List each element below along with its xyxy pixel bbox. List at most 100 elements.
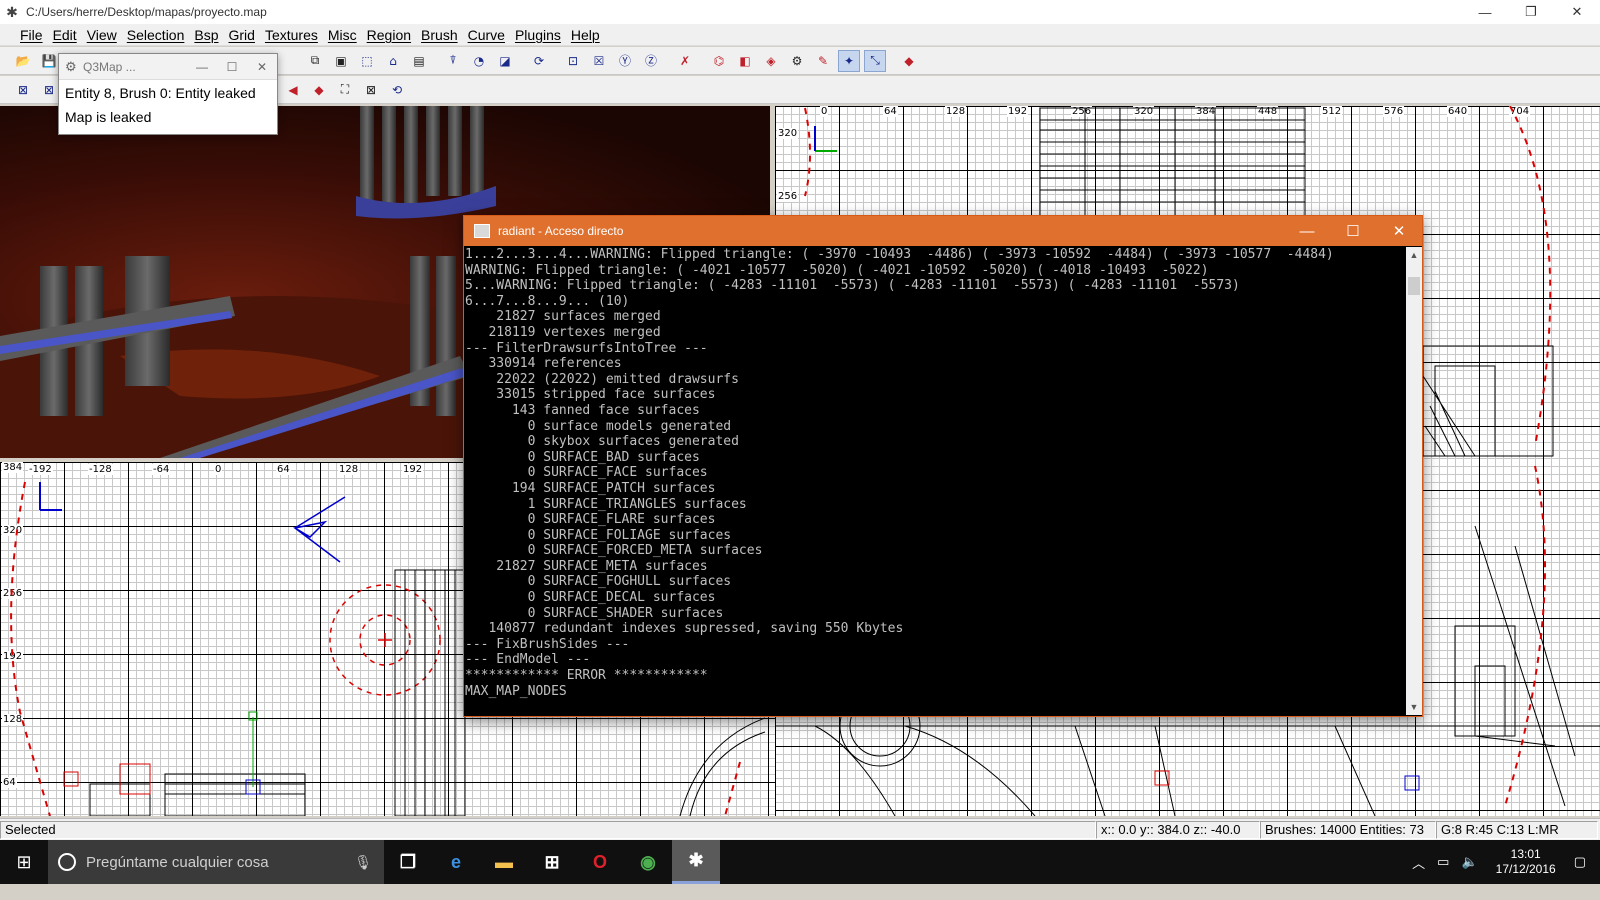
refresh-icon[interactable]: ⟳ <box>528 50 550 72</box>
radiant-taskbar-icon[interactable]: ✱ <box>672 840 720 884</box>
select-icon[interactable]: ▤ <box>408 50 430 72</box>
reload-icon[interactable]: ⟲ <box>386 79 408 101</box>
console-close-button[interactable]: ✕ <box>1376 222 1422 240</box>
entity-tool-icon[interactable]: ⚙ <box>786 50 808 72</box>
light-icon[interactable]: ✎ <box>812 50 834 72</box>
task-view-icon[interactable]: ❐ <box>384 840 432 884</box>
hide-icon[interactable]: ⊠ <box>38 79 60 101</box>
plugin-icon[interactable]: ◆ <box>898 50 920 72</box>
curve-icon[interactable]: ◈ <box>760 50 782 72</box>
camera-icon[interactable]: ⛶ <box>334 79 356 101</box>
menu-textures[interactable]: Textures <box>265 27 318 43</box>
tray-chevron-icon[interactable]: ︿ <box>1412 853 1425 872</box>
status-coords: x:: 0.0 y:: 384.0 z:: -40.0 <box>1096 820 1260 839</box>
console-output[interactable]: 1...2...3...4...WARNING: Flipped triangl… <box>465 247 1406 715</box>
console-line: --- EndModel --- <box>465 652 591 668</box>
microphone-icon[interactable]: 🎙 <box>354 854 372 871</box>
filter-icon[interactable]: ⊠ <box>360 79 382 101</box>
menu-grid[interactable]: Grid <box>229 27 255 43</box>
menu-file[interactable]: File <box>20 27 43 43</box>
console-line: 5...WARNING: Flipped triangle: ( -4283 -… <box>465 278 1240 294</box>
q3map-close-button[interactable]: ✕ <box>247 60 277 74</box>
menu-bar: File Edit View Selection Bsp Grid Textur… <box>0 24 1600 46</box>
q3map-title-bar: ⚙ Q3Map ... — ☐ ✕ <box>59 54 277 80</box>
view-xz-icon[interactable]: ◔ <box>468 50 490 72</box>
status-counts: Brushes: 14000 Entities: 73 <box>1260 820 1436 839</box>
menu-region[interactable]: Region <box>367 27 411 43</box>
network-icon[interactable]: ▭ <box>1437 854 1449 870</box>
view-xy-icon[interactable]: ⍒ <box>442 50 464 72</box>
save-icon[interactable]: 💾 <box>38 50 60 72</box>
console-line: WARNING: Flipped triangle: ( -4021 -1057… <box>465 262 1209 278</box>
view-yz-icon[interactable]: ◪ <box>494 50 516 72</box>
windows-start-icon[interactable]: ⊞ <box>0 840 48 884</box>
cortana-search[interactable]: Pregúntame cualquier cosa 🎙 <box>48 840 384 884</box>
texture-lock-icon[interactable]: ◧ <box>734 50 756 72</box>
restore-button[interactable]: ❐ <box>1508 0 1554 24</box>
menu-brush[interactable]: Brush <box>421 27 458 43</box>
csg-icon[interactable]: ⊡ <box>562 50 584 72</box>
menu-curve[interactable]: Curve <box>468 27 505 43</box>
status-grid: G:8 R:45 C:13 L:MR <box>1436 820 1598 839</box>
file-explorer-icon[interactable]: ▬ <box>480 840 528 884</box>
menu-help[interactable]: Help <box>571 27 600 43</box>
rotate-icon[interactable]: ⬚ <box>356 50 378 72</box>
console-line: 1...2...3...4...WARNING: Flipped triangl… <box>465 247 1334 262</box>
prev-icon[interactable]: ◀ <box>282 79 304 101</box>
console-line: 0 SURFACE_DECAL surfaces <box>465 590 716 606</box>
console-scrollbar[interactable]: ▲ ▼ <box>1406 247 1422 715</box>
console-maximize-button[interactable]: ☐ <box>1330 222 1376 240</box>
clock[interactable]: 13:01 17/12/2016 <box>1496 847 1556 877</box>
volume-icon[interactable]: 🔈 <box>1461 854 1477 870</box>
q3map-minimize-button[interactable]: — <box>187 60 217 74</box>
cone-icon[interactable]: ⌬ <box>708 50 730 72</box>
search-placeholder: Pregúntame cualquier cosa <box>86 853 269 871</box>
flip-x-icon[interactable]: ⧉ <box>304 50 326 72</box>
window-title: C:/Users/herre/Desktop/mapas/proyecto.ma… <box>26 5 267 19</box>
console-line: 6...7...8...9... (10) <box>465 293 630 309</box>
patch-icon[interactable]: ✗ <box>674 50 696 72</box>
console-line: ************ ERROR ************ <box>465 668 708 684</box>
opera-icon[interactable]: O <box>576 840 624 884</box>
scroll-down-icon[interactable]: ▼ <box>1406 699 1422 715</box>
menu-plugins[interactable]: Plugins <box>515 27 561 43</box>
radiant-app: ✱ C:/Users/herre/Desktop/mapas/proyecto.… <box>0 0 1600 900</box>
clock-time: 13:01 <box>1510 847 1541 861</box>
scroll-thumb[interactable] <box>1408 277 1420 295</box>
console-window: radiant - Acceso directo — ☐ ✕ 1...2...3… <box>463 215 1423 717</box>
flip-y-icon[interactable]: ▣ <box>330 50 352 72</box>
edge-icon[interactable]: e <box>432 840 480 884</box>
console-line: 0 SURFACE_BAD surfaces <box>465 449 700 465</box>
console-line: 143 fanned face surfaces <box>465 402 700 418</box>
next-icon[interactable]: ◆ <box>308 79 330 101</box>
menu-selection[interactable]: Selection <box>127 27 185 43</box>
minimize-button[interactable]: — <box>1462 0 1508 24</box>
axis-y-icon[interactable]: Ⓨ <box>614 50 636 72</box>
clock-date: 17/12/2016 <box>1495 862 1556 876</box>
taskbar: ⊞ Pregúntame cualquier cosa 🎙 ❐ e ▬ ⊞ O … <box>0 840 1600 884</box>
open-icon[interactable]: 📂 <box>12 50 34 72</box>
console-app-icon <box>474 224 490 238</box>
menu-view[interactable]: View <box>87 27 117 43</box>
console-minimize-button[interactable]: — <box>1284 223 1330 240</box>
store-icon[interactable]: ⊞ <box>528 840 576 884</box>
q3map-message-2: Map is leaked <box>65 109 152 125</box>
chrome-icon[interactable]: ◉ <box>624 840 672 884</box>
clipper-icon[interactable]: ⌂ <box>382 50 404 72</box>
menu-edit[interactable]: Edit <box>53 27 77 43</box>
axis-x-icon[interactable]: ☒ <box>588 50 610 72</box>
notifications-icon[interactable]: ▢ <box>1574 854 1586 870</box>
axis-z-icon[interactable]: Ⓩ <box>640 50 662 72</box>
q3map-maximize-button[interactable]: ☐ <box>217 60 247 74</box>
console-line: 0 SURFACE_FLARE surfaces <box>465 512 716 528</box>
scroll-up-icon[interactable]: ▲ <box>1406 247 1422 263</box>
entity-icon[interactable]: ⊠ <box>12 79 34 101</box>
close-button[interactable]: ✕ <box>1554 0 1600 24</box>
drag-icon[interactable]: ✦ <box>838 49 860 72</box>
menu-bsp[interactable]: Bsp <box>194 27 218 43</box>
q3map-title: Q3Map ... <box>83 59 136 74</box>
menu-misc[interactable]: Misc <box>328 27 357 43</box>
gear-icon: ⚙ <box>65 58 77 74</box>
scale-icon[interactable]: ⤡ <box>864 49 886 72</box>
console-title-bar: radiant - Acceso directo — ☐ ✕ <box>464 216 1422 246</box>
